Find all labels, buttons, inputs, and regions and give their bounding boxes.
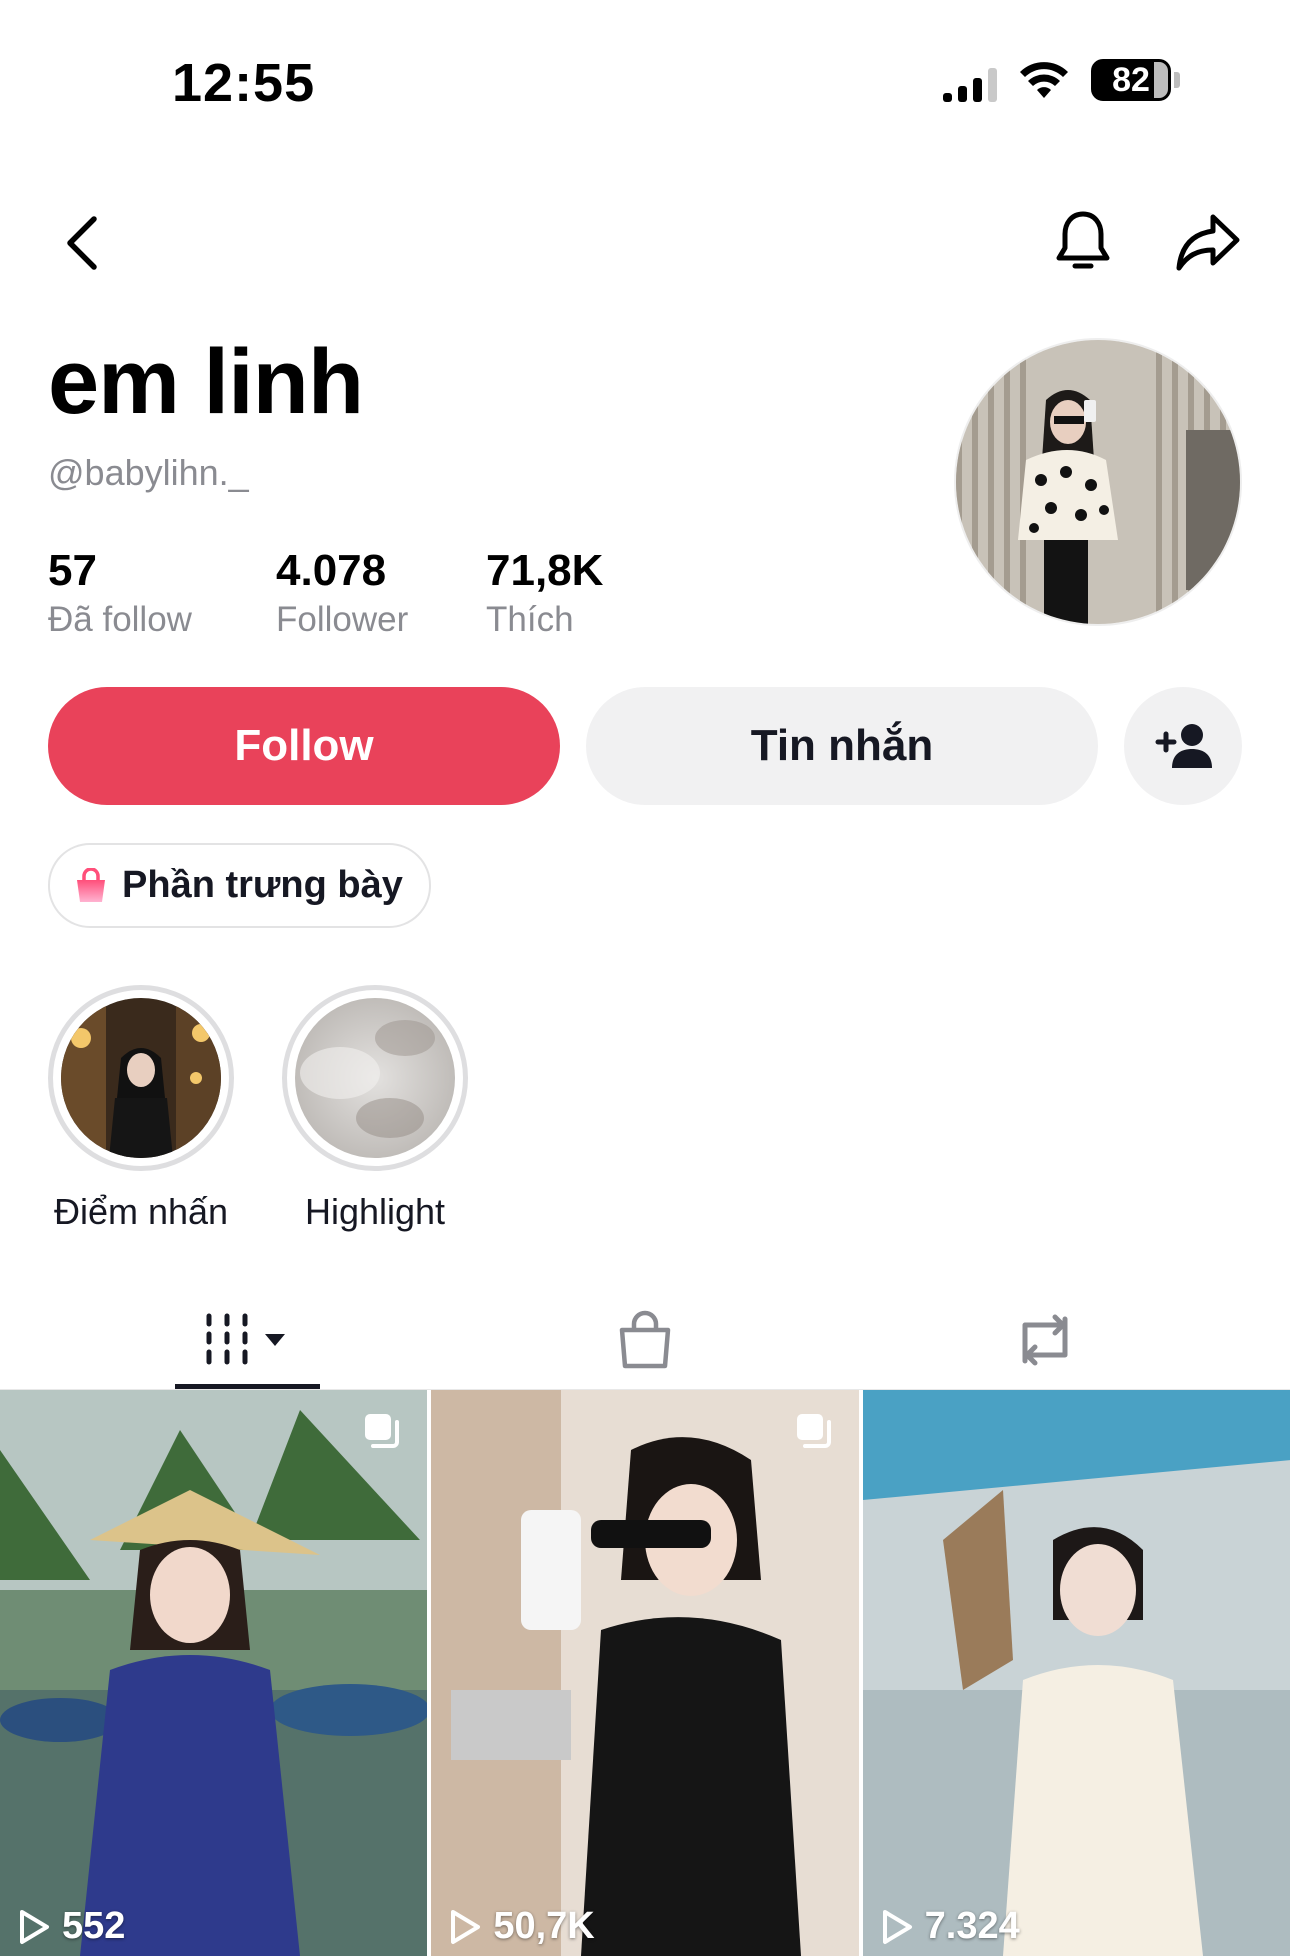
- play-icon: [20, 1909, 49, 1944]
- thumbnail-image: [862, 1390, 1290, 1956]
- status-icons: 82: [943, 58, 1180, 102]
- add-user-icon: [1155, 724, 1212, 768]
- status-time: 12:55: [172, 53, 316, 113]
- view-count: 7.324: [881, 1905, 1020, 1948]
- stat-label: Follower: [276, 600, 409, 639]
- back-button[interactable]: [52, 208, 112, 278]
- shopping-bag-icon: [77, 867, 105, 902]
- tab-shop[interactable]: [600, 1295, 690, 1385]
- view-count-value: 50,7K: [493, 1905, 595, 1947]
- battery-level: 82: [1112, 60, 1150, 99]
- view-count: 552: [18, 1905, 125, 1948]
- play-icon: [451, 1909, 481, 1944]
- follow-button[interactable]: Follow: [48, 687, 560, 805]
- video-thumbnail[interactable]: 50,7K: [431, 1390, 859, 1956]
- view-count-value: 552: [62, 1905, 126, 1947]
- message-button[interactable]: Tin nhắn: [586, 687, 1098, 805]
- tab-reposts[interactable]: [1000, 1295, 1090, 1385]
- showcase-button[interactable]: Phần trưng bày: [48, 843, 431, 928]
- highlight-item[interactable]: Highlight: [282, 985, 468, 1233]
- cellular-signal-icon: [943, 58, 997, 102]
- play-icon: [882, 1909, 912, 1944]
- avatar[interactable]: [954, 338, 1242, 626]
- tab-videos[interactable]: [175, 1295, 320, 1385]
- stat-value: 71,8K: [486, 546, 604, 595]
- display-name: em linh: [48, 331, 364, 433]
- username-handle: @babylihn._: [48, 452, 249, 493]
- wifi-icon: [1019, 60, 1069, 100]
- stat-likes[interactable]: 71,8K Thích: [486, 545, 603, 643]
- highlight-label: Highlight: [304, 1191, 446, 1232]
- highlight-cover: [282, 985, 468, 1171]
- bell-icon: [1056, 211, 1110, 269]
- view-count-value: 7.324: [924, 1905, 1020, 1947]
- highlight-image: [61, 998, 221, 1158]
- highlight-cover: [48, 985, 234, 1171]
- highlight-item[interactable]: Điểm nhấn: [48, 985, 234, 1233]
- highlight-label: Điểm nhấn: [53, 1191, 229, 1232]
- showcase-label: Phần trưng bày: [122, 864, 403, 906]
- notification-button[interactable]: [1048, 205, 1118, 277]
- profile-stats: 57 Đã follow 4.078 Follower 71,8K Thích: [48, 545, 603, 643]
- share-arrow-icon: [1176, 214, 1240, 271]
- stat-following[interactable]: 57 Đã follow: [48, 545, 276, 643]
- grid-dropdown-icon: [206, 1313, 285, 1365]
- battery-icon: 82: [1091, 59, 1180, 101]
- view-count: 50,7K: [449, 1905, 595, 1948]
- thumbnail-image: [0, 1390, 428, 1956]
- video-thumbnail[interactable]: 552: [0, 1390, 428, 1956]
- add-friend-button[interactable]: [1124, 687, 1242, 805]
- thumbnail-image: [431, 1390, 859, 1956]
- highlight-image: [295, 998, 455, 1158]
- stat-label: Đã follow: [48, 600, 192, 639]
- share-button[interactable]: [1172, 208, 1244, 276]
- stat-followers[interactable]: 4.078 Follower: [276, 545, 486, 643]
- avatar-image: [956, 340, 1240, 624]
- repost-icon: [1022, 1314, 1068, 1366]
- stat-value: 57: [48, 546, 97, 595]
- video-thumbnail[interactable]: 7.324: [862, 1390, 1290, 1956]
- video-grid: 552 50,7K 7.324: [0, 1390, 1290, 1956]
- stat-value: 4.078: [276, 546, 387, 595]
- shopping-bag-icon: [619, 1310, 671, 1369]
- chevron-left-icon: [67, 216, 97, 270]
- carousel-icon: [796, 1414, 831, 1448]
- carousel-icon: [365, 1414, 400, 1448]
- stat-label: Thích: [486, 600, 574, 639]
